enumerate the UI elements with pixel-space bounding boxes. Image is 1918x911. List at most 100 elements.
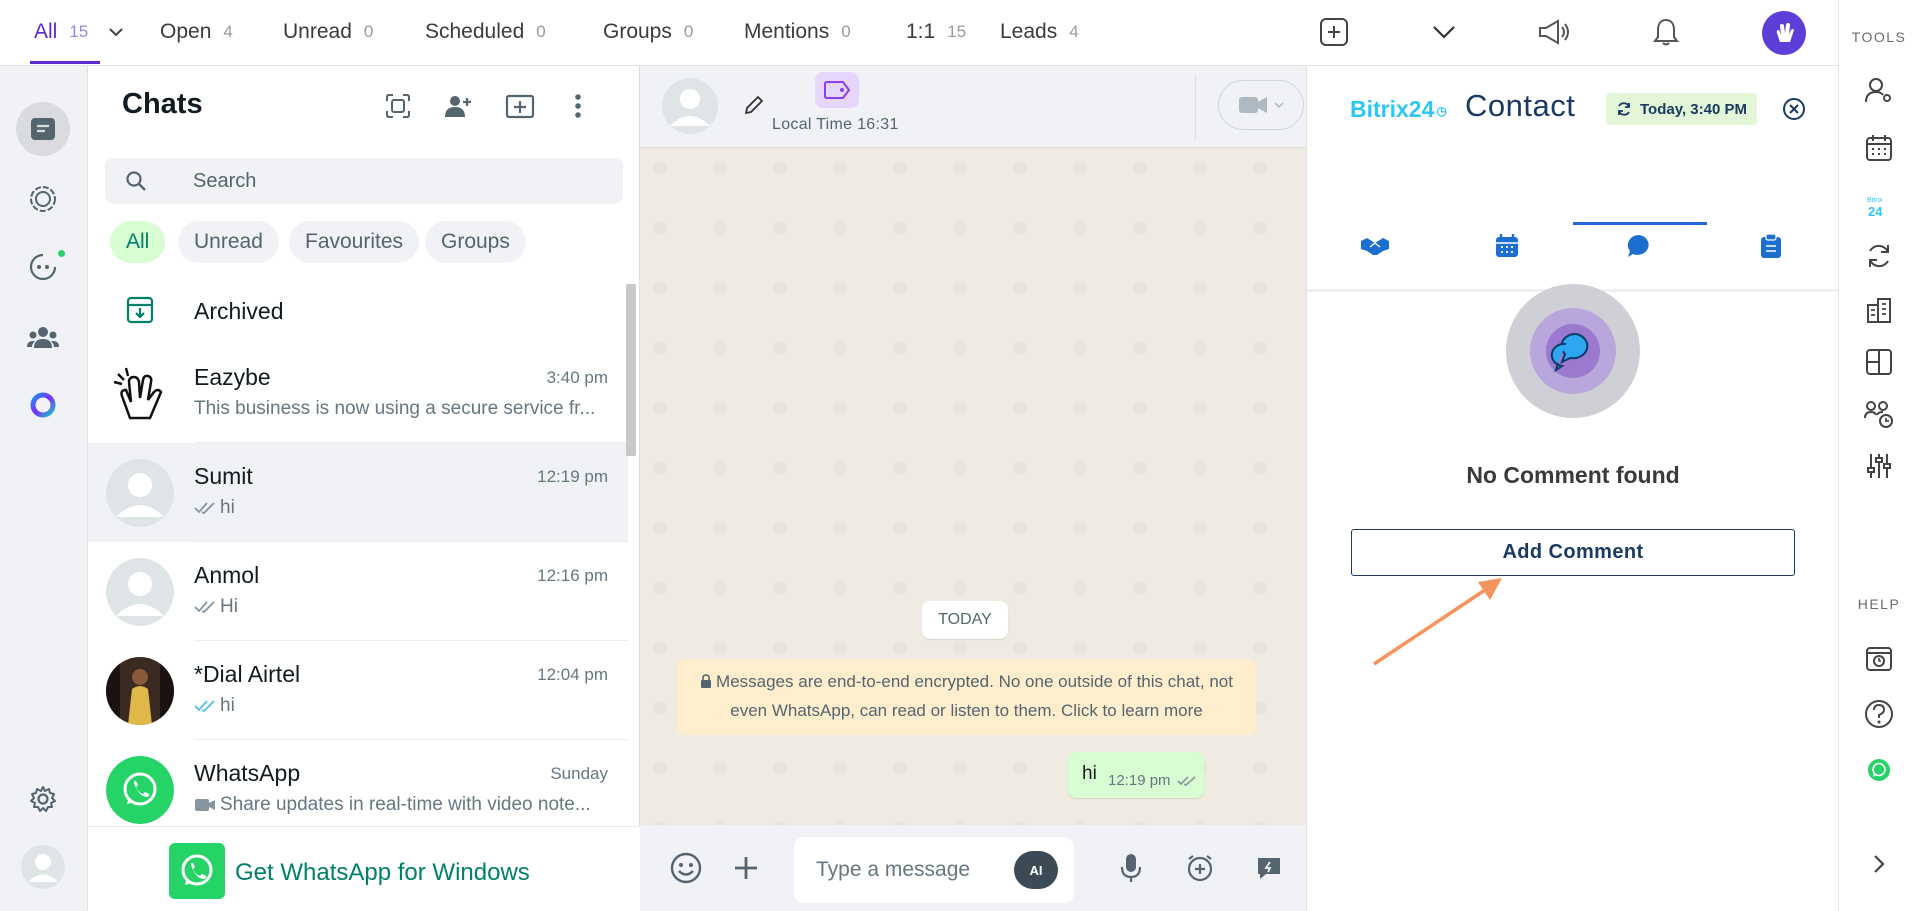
filter-label: Unread — [283, 20, 352, 43]
svg-text:24: 24 — [1868, 204, 1883, 219]
whatsapp-support-tool[interactable] — [1861, 752, 1897, 788]
tag-button[interactable] — [815, 72, 859, 108]
outgoing-message[interactable]: hi 12:19 pm — [1068, 752, 1204, 798]
schedule-message-button[interactable] — [1179, 847, 1221, 889]
archive-icon — [126, 296, 154, 324]
voice-button[interactable] — [1110, 847, 1152, 889]
megaphone-icon[interactable] — [1536, 14, 1572, 50]
active-tab-indicator — [30, 61, 100, 64]
plus-icon — [735, 857, 757, 879]
chat-row[interactable]: *Dial Airtel 12:04 pm hi — [88, 641, 628, 740]
ai-button[interactable]: AI — [1014, 851, 1058, 889]
company-tool[interactable] — [1861, 292, 1897, 328]
tab-calendar[interactable] — [1489, 228, 1525, 264]
filter-count: 15 — [947, 22, 967, 41]
bell-icon[interactable] — [1648, 14, 1684, 50]
chat-row[interactable]: Anmol 12:16 pm Hi — [88, 542, 628, 641]
scrollbar[interactable] — [626, 284, 636, 456]
filter-tab-open[interactable]: Open 4 — [160, 0, 233, 64]
divider — [1195, 74, 1196, 140]
alarm-add-icon — [1187, 855, 1213, 882]
chat-row[interactable]: WhatsApp Sunday Share updates in real-ti… — [88, 740, 628, 839]
schedule-help-tool[interactable] — [1861, 640, 1897, 676]
chip-favourites[interactable]: Favourites — [289, 221, 420, 263]
search-input[interactable] — [193, 158, 593, 204]
local-time: Local Time 16:31 — [772, 116, 899, 133]
menu-button[interactable] — [558, 86, 598, 126]
chat-name: Eazybe — [194, 364, 271, 390]
top-filter-bar: All 15 Open 4 Unread 0 Scheduled 0 Group… — [0, 0, 1838, 66]
help-header: HELP — [1857, 596, 1901, 612]
archived-row[interactable]: Archived — [88, 276, 628, 344]
chats-nav-button[interactable] — [16, 102, 70, 156]
channels-nav-button[interactable] — [16, 240, 70, 294]
filter-tab-one-to-one[interactable]: 1:1 15 — [906, 0, 966, 64]
help-tool[interactable] — [1861, 696, 1897, 732]
add-filter-icon[interactable] — [1316, 14, 1352, 50]
date-badge: TODAY — [922, 601, 1008, 639]
attach-button[interactable] — [725, 847, 767, 889]
settings-tool[interactable] — [1861, 448, 1897, 484]
status-nav-button[interactable] — [16, 172, 70, 226]
message-input[interactable] — [816, 837, 1006, 903]
team-schedule-tool[interactable] — [1861, 396, 1897, 432]
contact-avatar[interactable] — [662, 78, 718, 134]
video-call-button[interactable] — [1218, 80, 1304, 130]
tab-deals[interactable] — [1357, 228, 1393, 264]
chip-groups[interactable]: Groups — [425, 221, 526, 263]
handshake-icon — [1361, 238, 1389, 255]
filter-tab-groups[interactable]: Groups 0 — [603, 0, 693, 64]
sync-status-badge[interactable]: Today, 3:40 PM — [1606, 93, 1757, 125]
my-profile-button[interactable] — [16, 840, 70, 894]
double-check-icon — [194, 601, 215, 614]
chat-row[interactable]: Sumit 12:19 pm hi — [88, 443, 628, 542]
chat-preview-text: This business is now using a secure serv… — [194, 398, 596, 419]
contact-avatar — [106, 360, 174, 428]
chevron-down-icon[interactable] — [108, 27, 124, 37]
tab-tasks[interactable] — [1753, 228, 1789, 264]
tab-comments[interactable] — [1621, 228, 1657, 264]
chat-preview: hi — [194, 497, 235, 519]
profile-avatar[interactable] — [1762, 11, 1806, 55]
add-comment-button[interactable]: Add Comment — [1351, 529, 1795, 576]
double-check-icon — [194, 502, 215, 515]
filter-tab-leads[interactable]: Leads 4 — [1000, 0, 1079, 64]
chevron-down-icon[interactable] — [1426, 14, 1462, 50]
user-settings-icon — [1865, 78, 1891, 103]
chip-all[interactable]: All — [110, 221, 166, 263]
meta-ai-nav-button[interactable] — [16, 378, 70, 432]
settings-nav-button[interactable] — [16, 772, 70, 826]
edit-button[interactable] — [743, 94, 765, 116]
encryption-text: Messages are end-to-end encrypted. No on… — [716, 672, 1233, 720]
filter-tab-scheduled[interactable]: Scheduled 0 — [425, 0, 546, 64]
scan-button[interactable] — [378, 86, 418, 126]
emoji-button[interactable] — [665, 847, 707, 889]
bitrix-tool[interactable]: Bitrix 24 — [1861, 188, 1897, 224]
calendar-tool[interactable] — [1861, 130, 1897, 166]
filter-tab-unread[interactable]: Unread 0 — [283, 0, 373, 64]
apps-tool[interactable] — [1861, 344, 1897, 380]
new-chat-button[interactable] — [500, 86, 540, 126]
contact-tool[interactable] — [1861, 72, 1897, 108]
sync-tool[interactable] — [1861, 238, 1897, 274]
get-whatsapp-banner[interactable]: Get WhatsApp for Windows — [88, 826, 640, 911]
chat-time: 12:04 pm — [537, 665, 608, 684]
sliders-icon — [1867, 454, 1891, 478]
filter-tab-all[interactable]: All 15 — [34, 0, 124, 64]
quick-reply-button[interactable] — [1248, 847, 1290, 889]
bitrix24-icon: Bitrix24 — [1867, 197, 1883, 219]
add-widget-icon — [1866, 349, 1892, 375]
photo-avatar-icon — [106, 657, 174, 725]
expand-sidebar-button[interactable] — [1861, 846, 1897, 882]
message-meta: 12:19 pm — [1108, 772, 1197, 789]
communities-nav-button[interactable] — [16, 310, 70, 364]
calendar-clock-icon — [1866, 647, 1892, 671]
pencil-icon — [744, 95, 764, 115]
encryption-notice[interactable]: Messages are end-to-end encrypted. No on… — [677, 659, 1256, 735]
filter-tab-mentions[interactable]: Mentions 0 — [744, 0, 851, 64]
chip-unread[interactable]: Unread — [178, 221, 279, 263]
hand-wave-icon — [106, 360, 174, 428]
add-contact-button[interactable] — [438, 86, 478, 126]
close-panel-button[interactable] — [1781, 96, 1807, 122]
chat-row[interactable]: Eazybe 3:40 pm This business is now usin… — [88, 344, 628, 443]
